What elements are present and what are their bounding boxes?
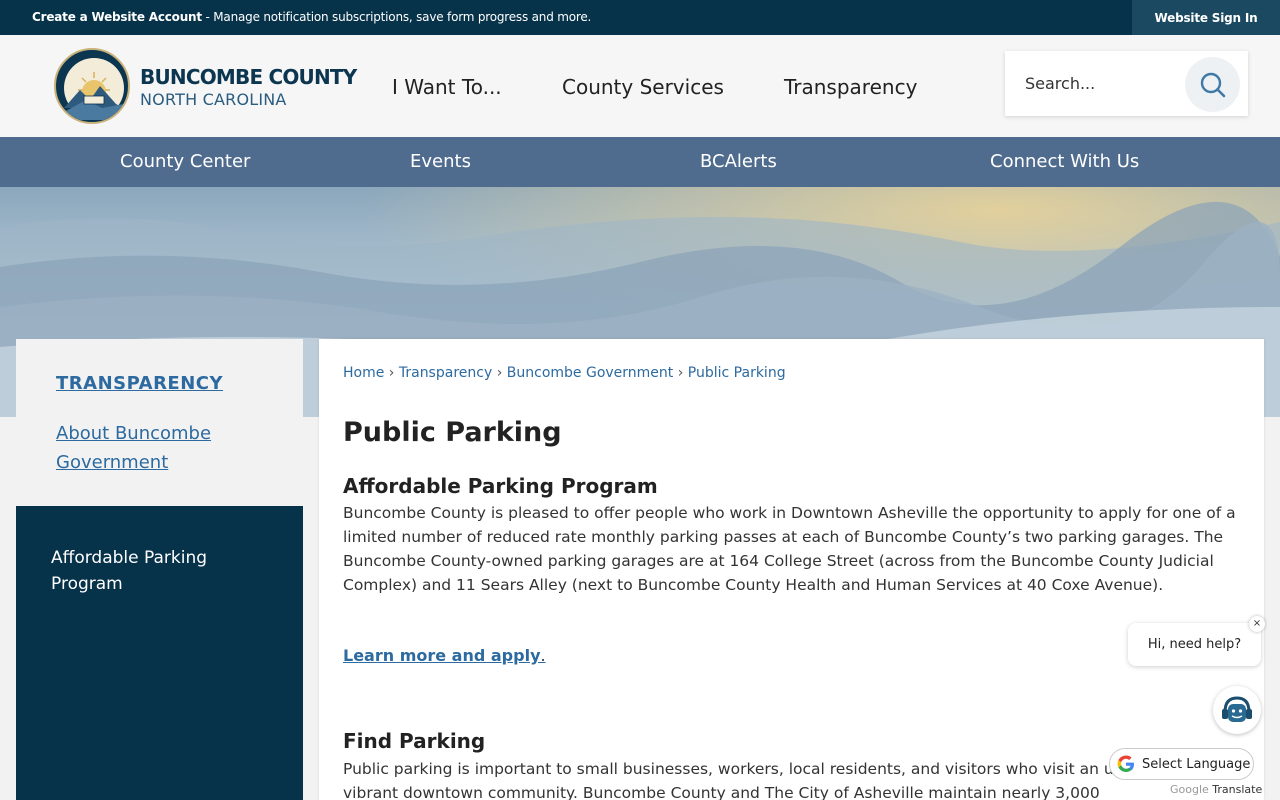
chatbot-headset-icon bbox=[1222, 696, 1252, 722]
chat-launcher-button[interactable] bbox=[1213, 686, 1261, 734]
logo-county-name[interactable]: BUNCOMBE COUNTY bbox=[140, 65, 357, 89]
main-content: Home › Transparency › Buncombe Governmen… bbox=[319, 339, 1264, 800]
search-input[interactable] bbox=[1005, 51, 1185, 116]
subnav-county-center[interactable]: County Center bbox=[120, 151, 250, 172]
sidebar-transparency-link[interactable]: TRANSPARENCY bbox=[56, 373, 223, 394]
google-g-icon bbox=[1117, 755, 1134, 772]
breadcrumb-separator: › bbox=[677, 365, 684, 381]
sidebar-nav: TRANSPARENCY About Buncombe Government bbox=[16, 339, 303, 506]
find-parking-heading: Find Parking bbox=[343, 729, 486, 753]
learn-more-apply-link[interactable]: Learn more and apply bbox=[343, 646, 541, 665]
learn-more-period: . bbox=[540, 646, 546, 665]
find-parking-paragraph: Public parking is important to small bus… bbox=[343, 760, 1192, 800]
google-translate-credit[interactable]: Google Translate bbox=[1170, 783, 1262, 796]
breadcrumb-public-parking[interactable]: Public Parking bbox=[688, 365, 786, 381]
breadcrumb-separator: › bbox=[388, 365, 395, 381]
search-button[interactable] bbox=[1185, 57, 1240, 112]
breadcrumb: Home › Transparency › Buncombe Governmen… bbox=[343, 365, 786, 381]
search-icon bbox=[1200, 72, 1225, 97]
nav-i-want-to[interactable]: I Want To... bbox=[392, 75, 502, 99]
subnav-events[interactable]: Events bbox=[410, 151, 471, 172]
breadcrumb-transparency[interactable]: Transparency bbox=[399, 365, 492, 381]
top-utility-bar: Create a Website Account - Manage notifi… bbox=[0, 0, 1280, 35]
affordable-parking-heading: Affordable Parking Program bbox=[343, 474, 658, 498]
nav-transparency[interactable]: Transparency bbox=[784, 75, 917, 99]
county-seal-logo[interactable] bbox=[54, 48, 130, 124]
affordable-parking-paragraph: Buncombe County is pleased to offer peop… bbox=[343, 504, 1236, 594]
create-account-message[interactable]: Create a Website Account - Manage notifi… bbox=[32, 10, 591, 24]
page-title: Public Parking bbox=[343, 417, 562, 448]
subnav-bcalerts[interactable]: BCAlerts bbox=[700, 151, 777, 172]
translate-credit-label: Translate bbox=[1212, 783, 1263, 796]
breadcrumb-home[interactable]: Home bbox=[343, 365, 384, 381]
learn-more-container: Learn more and apply. bbox=[343, 646, 546, 665]
search-box bbox=[1005, 51, 1248, 116]
secondary-nav: County Center Events BCAlerts Connect Wi… bbox=[0, 137, 1280, 187]
breadcrumb-buncombe-government[interactable]: Buncombe Government bbox=[507, 365, 674, 381]
breadcrumb-separator: › bbox=[496, 365, 503, 381]
chat-close-button[interactable]: × bbox=[1249, 616, 1265, 632]
select-language-label: Select Language bbox=[1142, 756, 1251, 772]
nav-county-services[interactable]: County Services bbox=[562, 75, 724, 99]
site-header: BUNCOMBE COUNTY NORTH CAROLINA I Want To… bbox=[0, 35, 1280, 137]
logo-state-name[interactable]: NORTH CAROLINA bbox=[140, 90, 287, 109]
create-account-link[interactable]: Create a Website Account bbox=[32, 10, 202, 24]
chat-help-bubble[interactable]: Hi, need help? bbox=[1128, 623, 1261, 666]
sidebar-about-government-link[interactable]: About Buncombe Government bbox=[56, 419, 276, 477]
google-brand-text: Google bbox=[1170, 783, 1209, 796]
create-account-description: - Manage notification subscriptions, sav… bbox=[201, 10, 592, 24]
sidebar-item-affordable-parking[interactable]: Affordable Parking Program bbox=[51, 545, 271, 597]
website-sign-in-button[interactable]: Website Sign In bbox=[1132, 0, 1280, 35]
sidebar-subnav: Affordable Parking Program bbox=[16, 506, 303, 800]
subnav-connect-with-us[interactable]: Connect With Us bbox=[990, 151, 1139, 172]
select-language-dropdown[interactable]: Select Language bbox=[1109, 748, 1254, 780]
